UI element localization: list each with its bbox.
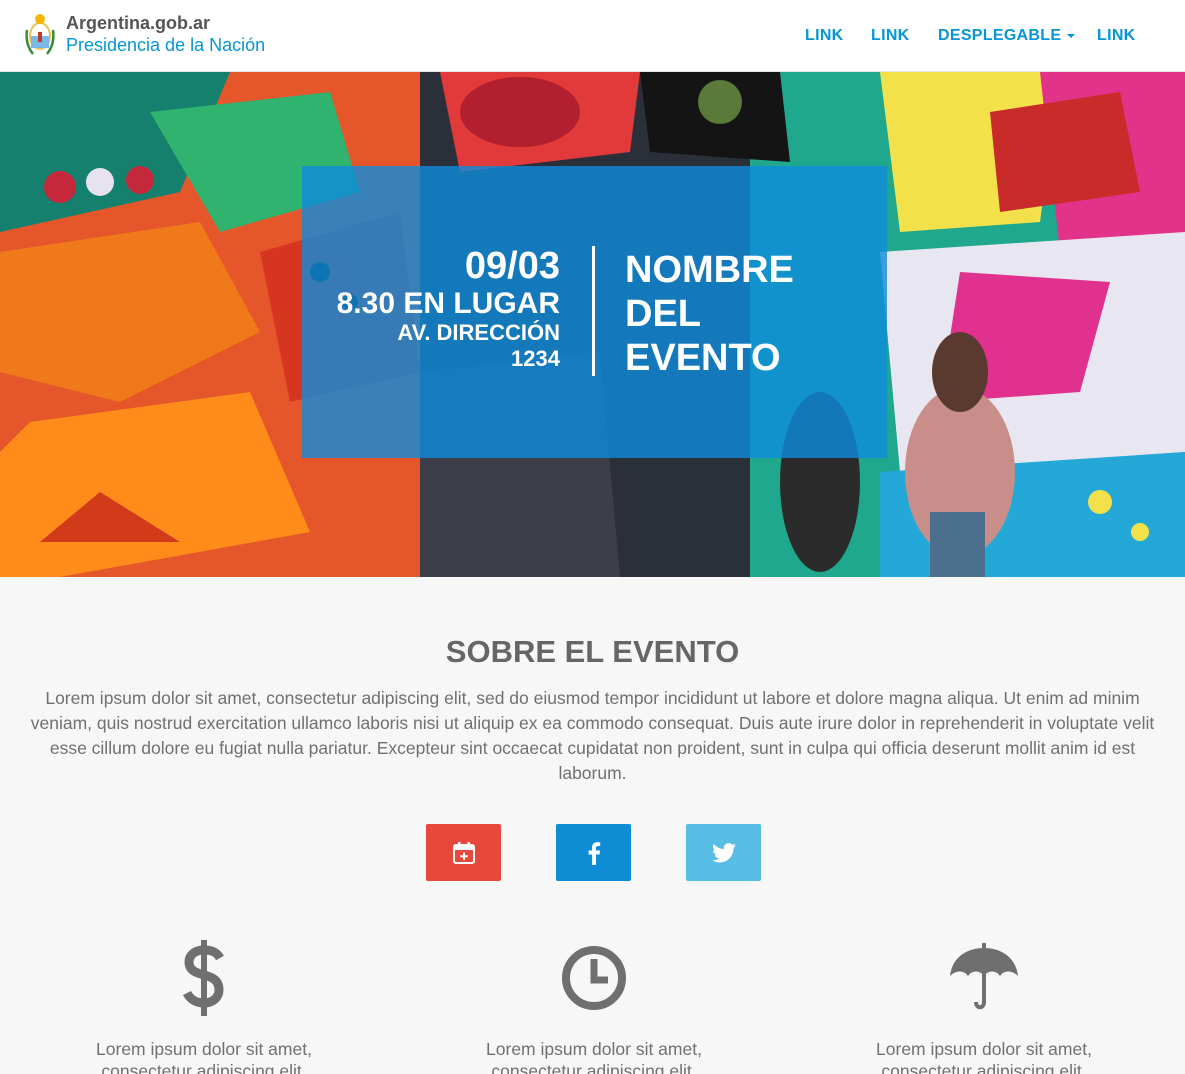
hero-banner: 09/03 8.30 EN LUGAR AV. DIRECCIÓN 1234 N… (0, 72, 1185, 577)
share-twitter-button[interactable] (686, 824, 761, 881)
event-time-place: 8.30 EN LUGAR (336, 287, 560, 320)
event-info-box: 09/03 8.30 EN LUGAR AV. DIRECCIÓN 1234 N… (302, 166, 887, 458)
calendar-add-icon (452, 841, 475, 864)
nav-dropdown[interactable]: DESPLEGABLE (938, 27, 1076, 45)
caret-down-icon (1067, 33, 1076, 38)
nav-link-4[interactable]: LINK (1097, 27, 1136, 45)
twitter-icon (711, 842, 736, 862)
dollar-icon (182, 939, 224, 1016)
nav-dropdown-label: DESPLEGABLE (938, 27, 1062, 44)
site-header: Argentina.gob.ar Presidencia de la Nació… (0, 0, 1185, 72)
feature-time: Lorem ipsum dolor sit amet, consectetur … (444, 935, 744, 1074)
add-to-calendar-button[interactable] (426, 824, 501, 881)
event-name-line3: EVENTO (625, 337, 781, 379)
nav-link-2[interactable]: LINK (871, 27, 910, 45)
event-date: 09/03 (464, 245, 560, 287)
nav-link-1[interactable]: LINK (805, 27, 844, 45)
section-description: Lorem ipsum dolor sit amet, consectetur … (30, 688, 1155, 783)
event-name-line1: NOMBRE (625, 249, 794, 291)
feature-weather-text: Lorem ipsum dolor sit amet, consectetur … (876, 1039, 1092, 1074)
event-name-line2: DEL (625, 293, 701, 335)
feature-time-text: Lorem ipsum dolor sit amet, consectetur … (486, 1039, 702, 1074)
feature-cost-text: Lorem ipsum dolor sit amet, consectetur … (96, 1039, 312, 1074)
feature-weather: Lorem ipsum dolor sit amet, consectetur … (834, 935, 1134, 1074)
event-details: 09/03 8.30 EN LUGAR AV. DIRECCIÓN 1234 (337, 246, 560, 372)
event-address-line2: 1234 (511, 346, 560, 371)
share-facebook-button[interactable] (556, 824, 631, 881)
clock-icon (562, 945, 626, 1010)
feature-cost: Lorem ipsum dolor sit amet, consectetur … (54, 935, 354, 1074)
main-nav: LINK LINK DESPLEGABLE LINK (0, 27, 1185, 47)
section-title: SOBRE EL EVENTO (445, 634, 740, 669)
vertical-divider (592, 246, 595, 376)
event-name: NOMBRE DEL EVENTO (625, 248, 865, 380)
umbrella-icon (950, 942, 1018, 1009)
facebook-icon (588, 841, 600, 865)
event-address-line1: AV. DIRECCIÓN (397, 320, 560, 345)
